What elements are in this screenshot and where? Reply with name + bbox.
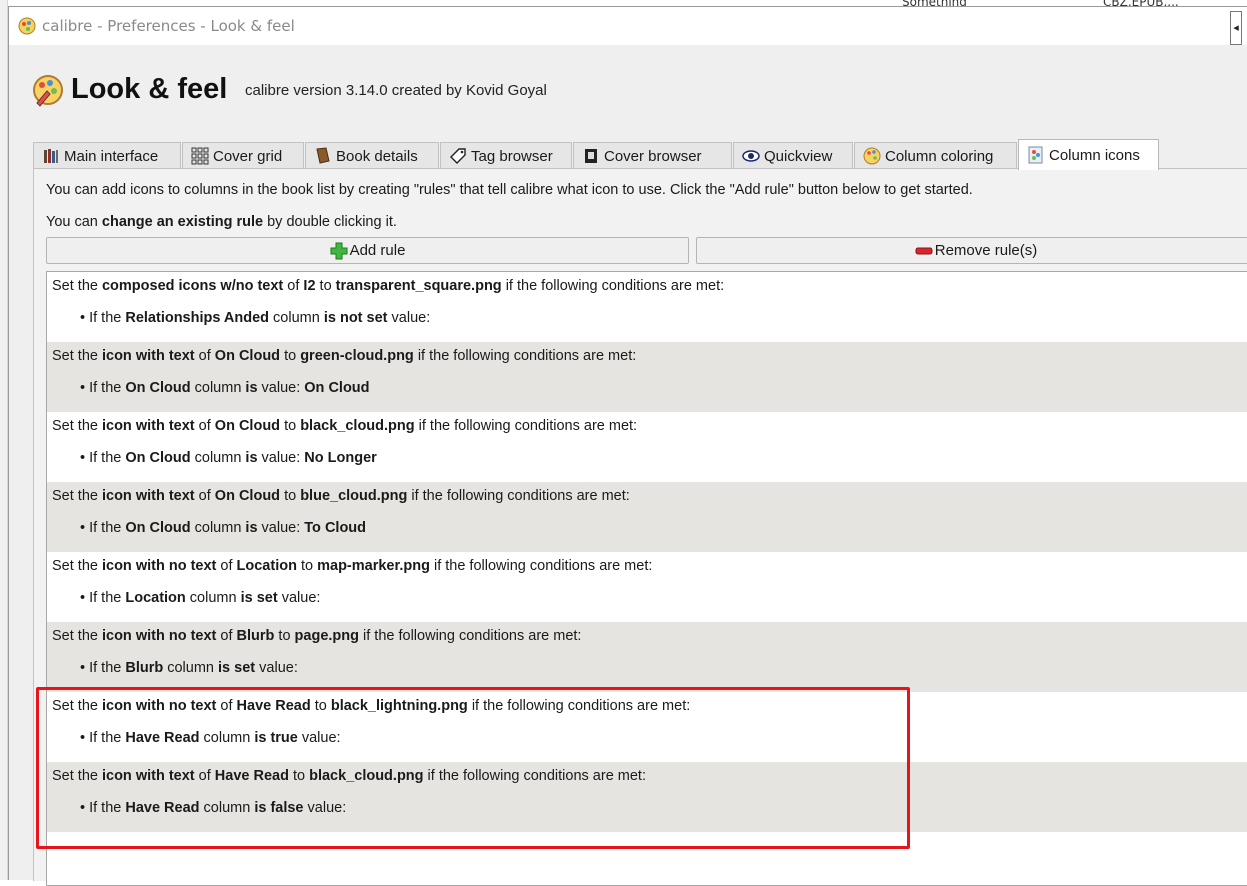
- remove-rule-label: Remove rule(s): [934, 242, 1038, 259]
- tab-label: Column icons: [1049, 146, 1140, 164]
- tab-book-details[interactable]: Book details: [305, 142, 439, 169]
- tag-icon: [450, 148, 466, 164]
- rule-row[interactable]: Set the icon with text of On Cloud to bl…: [47, 412, 1247, 482]
- cover-icon: [585, 149, 597, 163]
- version-label: calibre version 3.14.0 created by Kovid …: [245, 82, 547, 99]
- plus-icon: [330, 242, 348, 259]
- rule-description: Set the icon with text of On Cloud to gr…: [52, 348, 637, 364]
- rule-condition: • If the Blurb column is set value:: [80, 660, 298, 676]
- tab-label: Cover browser: [604, 147, 702, 165]
- bullet-icon: •: [80, 380, 86, 396]
- grid-icon: [191, 147, 209, 165]
- rule-description: Set the icon with no text of Blurb to pa…: [52, 628, 582, 644]
- remove-rule-button[interactable]: Remove rule(s): [696, 237, 1247, 264]
- rule-row[interactable]: Set the icon with text of On Cloud to bl…: [47, 482, 1247, 552]
- tab-label: Column coloring: [885, 147, 994, 165]
- rule-condition: • If the On Cloud column is value: To Clo…: [80, 520, 367, 536]
- tab-label: Tag browser: [471, 147, 553, 165]
- bullet-icon: •: [80, 660, 86, 676]
- rule-description: Set the composed icons w/no text of I2 t…: [52, 278, 725, 294]
- look-and-feel-icon: [33, 75, 63, 107]
- rule-row[interactable]: Set the icon with no text of Blurb to pa…: [47, 622, 1247, 692]
- highlight-box: [36, 687, 910, 849]
- bullet-icon: •: [80, 310, 86, 326]
- eye-icon: [742, 150, 760, 162]
- tab-column-icons[interactable]: Column icons: [1018, 139, 1159, 170]
- page-title: Look & feel: [71, 73, 228, 105]
- tab-label: Quickview: [764, 147, 833, 165]
- rule-condition: • If the On Cloud column is value: On Clo…: [80, 380, 370, 396]
- window-title: calibre - Preferences - Look & feel: [42, 17, 295, 35]
- palette-card-icon: [1028, 146, 1043, 164]
- rule-row[interactable]: Set the icon with text of On Cloud to gr…: [47, 342, 1247, 412]
- tab-tag-browser[interactable]: Tag browser: [440, 142, 572, 169]
- tab-label: Main interface: [64, 147, 159, 165]
- minus-icon: [915, 247, 933, 254]
- bullet-icon: •: [80, 590, 86, 606]
- window-control-button[interactable]: ◂: [1230, 11, 1242, 45]
- rule-row[interactable]: Set the composed icons w/no text of I2 t…: [47, 272, 1247, 342]
- intro-text: You can add icons to columns in the book…: [46, 182, 973, 198]
- calibre-icon: [18, 17, 36, 35]
- intro-text-edit-hint: You can change an existing rule by doubl…: [46, 214, 397, 230]
- palette-icon: [863, 147, 881, 165]
- bullet-icon: •: [80, 520, 86, 536]
- rule-condition: • If the On Cloud column is value: No Lon…: [80, 450, 377, 466]
- books-icon: [44, 149, 58, 163]
- add-rule-label: Add rule: [349, 242, 406, 259]
- tab-label: Book details: [336, 147, 418, 165]
- background-app-strip: [0, 0, 8, 880]
- tab-cover-grid[interactable]: Cover grid: [182, 142, 304, 169]
- tab-quickview[interactable]: Quickview: [733, 142, 853, 169]
- book-icon: [316, 147, 330, 164]
- rule-description: Set the icon with text of On Cloud to bl…: [52, 488, 630, 504]
- tab-cover-browser[interactable]: Cover browser: [573, 142, 732, 169]
- title-bar: calibre - Preferences - Look & feel ◂: [9, 7, 1247, 45]
- add-rule-button[interactable]: Add rule: [46, 237, 689, 264]
- rule-condition: • If the Relationships Anded column is no…: [80, 310, 431, 326]
- rule-row[interactable]: Set the icon with no text of Location to…: [47, 552, 1247, 622]
- bullet-icon: •: [80, 450, 86, 466]
- rule-condition: • If the Location column is set value:: [80, 590, 321, 606]
- tab-main-interface[interactable]: Main interface: [33, 142, 181, 169]
- tab-column-coloring[interactable]: Column coloring: [854, 142, 1017, 169]
- rule-description: Set the icon with text of On Cloud to bl…: [52, 418, 638, 434]
- rule-description: Set the icon with no text of Location to…: [52, 558, 653, 574]
- tab-label: Cover grid: [213, 147, 283, 165]
